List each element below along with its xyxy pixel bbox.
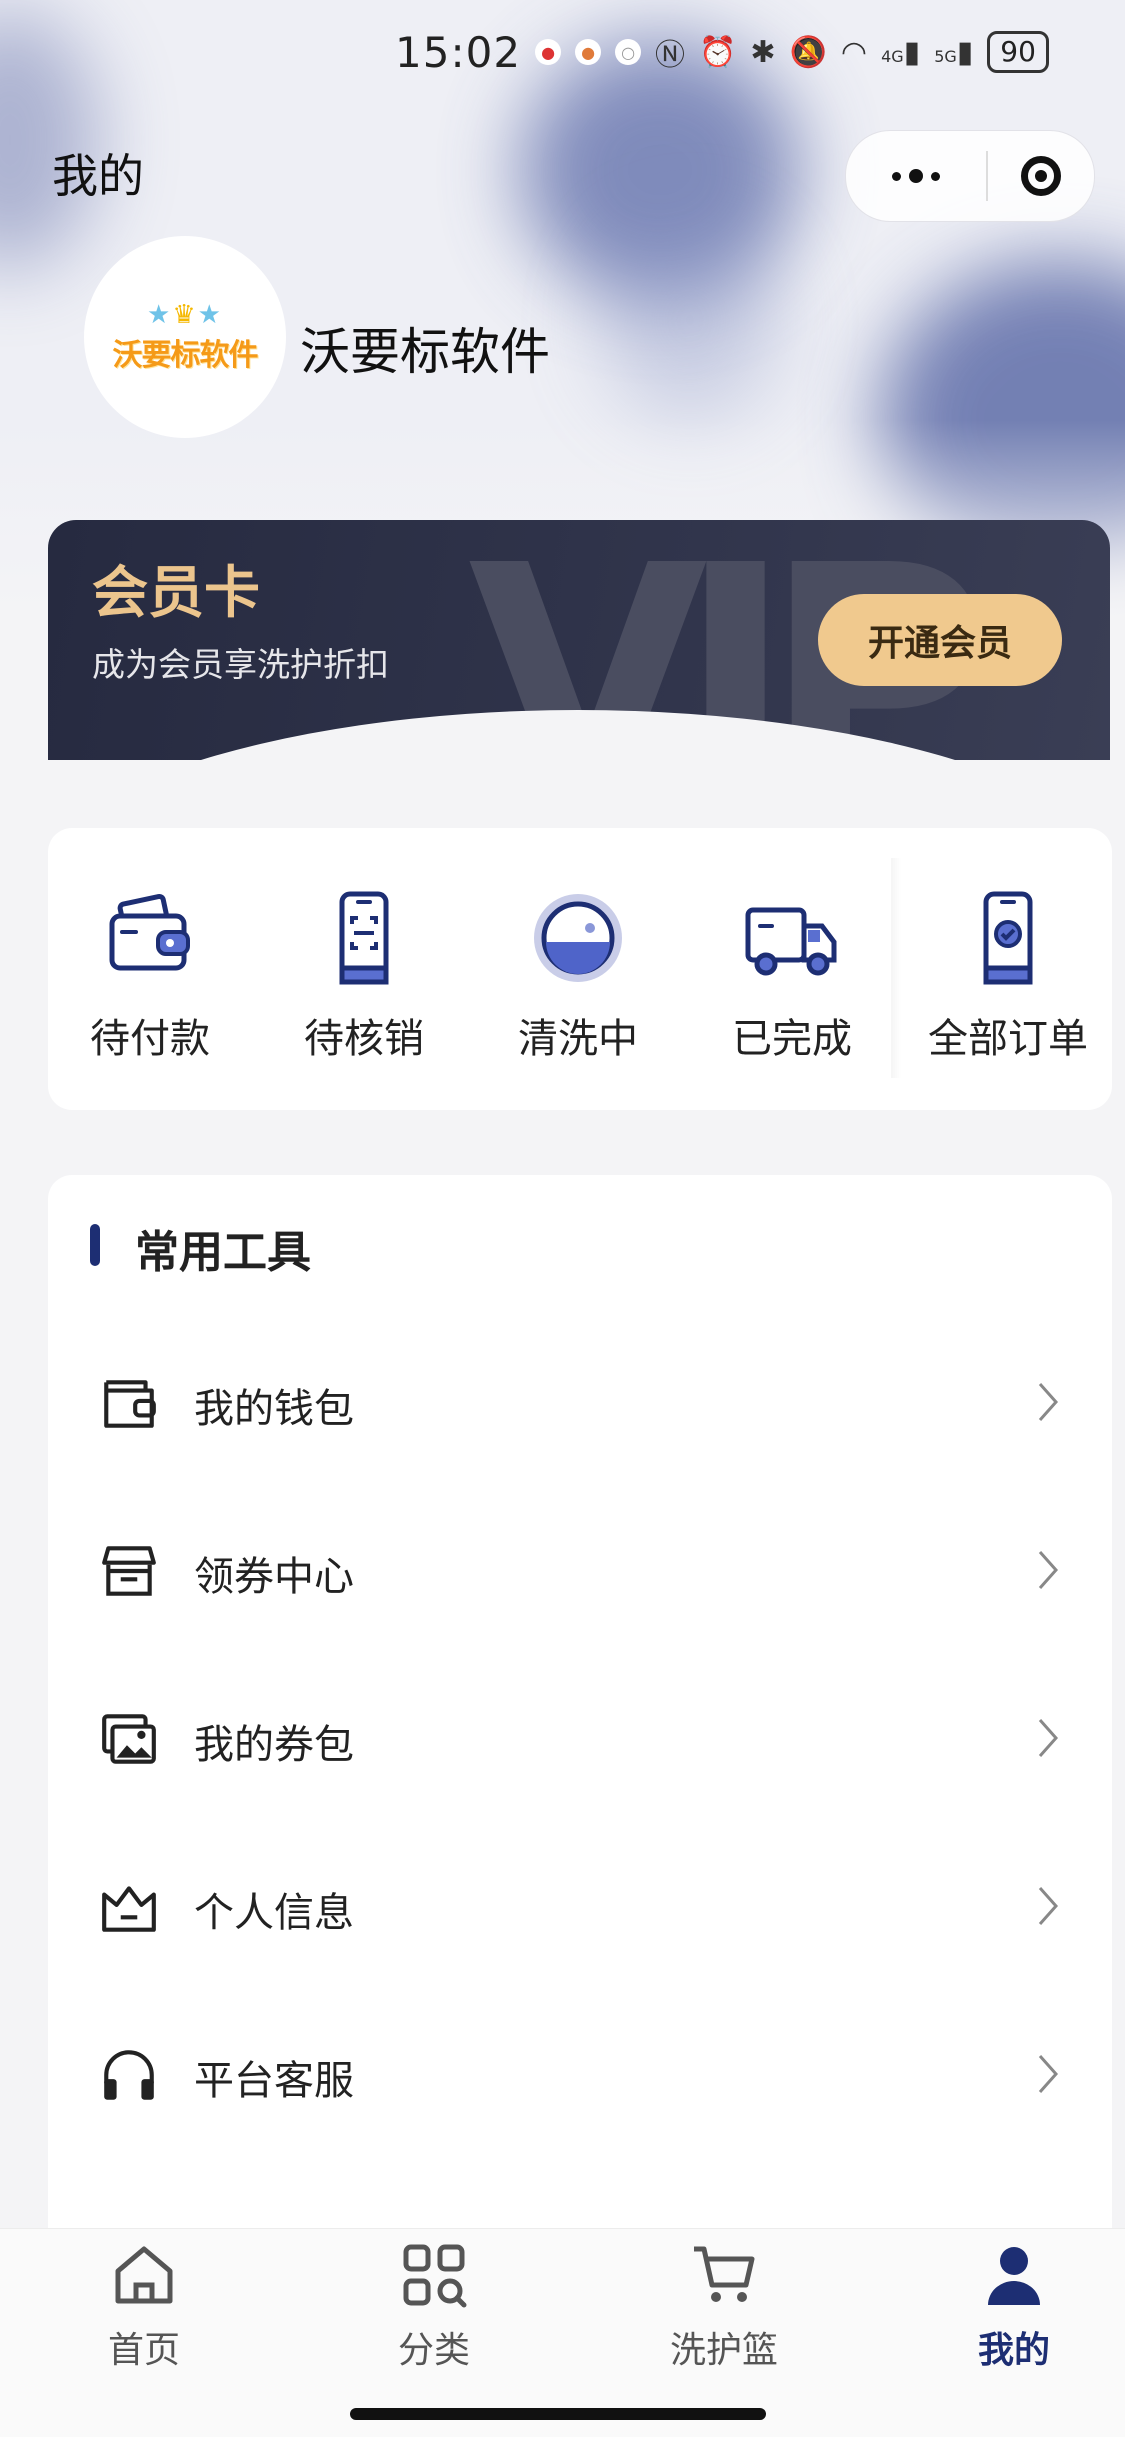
tools-title: 常用工具 [135,1227,311,1278]
headphones-icon [104,2050,154,2100]
notification-icon: ● [535,39,562,65]
crown-icon [102,1886,156,1932]
notification-icon: ○ [615,39,642,65]
tool-label: 个人信息 [194,1890,354,1936]
tab-home[interactable]: 首页 [44,2229,244,2399]
signal-4g-icon: 4G▮ [881,34,921,70]
alarm-icon: ⏰ [699,34,737,70]
tool-customer-service[interactable]: 平台客服 [48,2002,1112,2142]
wallet-outline-icon [104,1380,156,1428]
vip-card[interactable]: VIP 会员卡 成为会员享洗护折扣 开通会员 [48,520,1110,760]
tool-personal-info[interactable]: 个人信息 [48,1834,1112,1974]
chevron-right-icon [1038,1551,1059,1589]
phone-scan-icon [339,891,389,985]
tab-label: 我的 [977,2330,1050,2371]
order-status-panel: 待付款 待核销 清洗中 已完成 全部订单 [48,828,1112,1110]
bottom-tab-bar: 首页 分类 洗护篮 我的 [0,2228,1125,2437]
order-all[interactable]: 全部订单 [908,828,1108,1110]
more-dot [931,171,940,181]
bluetooth-icon: ✱ [750,34,776,70]
cart-icon [694,2246,755,2302]
chevron-right-icon [1038,1719,1059,1757]
user-icon [988,2247,1040,2305]
status-bar: 15:02 ● ● ○ Ⓝ ⏰ ✱ 🔕 ◠ 4G▮ 5G▮ 90 [395,27,1049,77]
home-icon [115,2246,173,2304]
mini-program-capsule[interactable] [845,130,1095,222]
category-icon [403,2244,467,2308]
tab-wash-basket[interactable]: 洗护篮 [624,2229,824,2399]
tool-label: 我的券包 [194,1722,354,1768]
wallet-icon [109,893,190,971]
status-time: 15:02 [395,27,522,77]
tool-label: 领券中心 [194,1554,354,1600]
more-button[interactable] [846,169,986,183]
more-dot [909,169,923,183]
store-icon [102,1546,156,1596]
tab-label: 首页 [107,2330,180,2371]
image-icon [102,1714,156,1764]
vip-title: 会员卡 [92,561,260,626]
tool-my-coupons[interactable]: 我的券包 [48,1666,1112,1806]
order-label: 待付款 [90,1016,210,1062]
delivery-truck-icon [745,907,837,976]
tool-label: 平台客服 [194,2058,354,2104]
battery-indicator: 90 [987,31,1049,73]
more-dot [892,171,901,181]
mute-icon: 🔕 [789,34,827,70]
wifi-icon: ◠ [840,34,868,70]
washing-machine-icon [534,894,622,982]
tool-label: 我的钱包 [194,1386,354,1432]
tab-mine[interactable]: 我的 [914,2229,1114,2399]
order-pending-verify[interactable]: 待核销 [264,828,464,1110]
order-label: 已完成 [732,1016,852,1062]
section-accent-bar [90,1224,100,1266]
nfc-icon: Ⓝ [655,38,686,73]
tab-category[interactable]: 分类 [334,2229,534,2399]
order-completed[interactable]: 已完成 [692,828,892,1110]
signal-5g-icon: 5G▮ [934,34,974,70]
chevron-right-icon [1038,1383,1059,1421]
tab-label: 分类 [397,2330,470,2371]
close-circle-icon [1021,156,1061,196]
notification-icon: ● [575,39,602,65]
logo-text: 沃要标软件 [112,338,259,373]
tool-my-wallet[interactable]: 我的钱包 [48,1330,1112,1470]
avatar[interactable]: ★♛★ 沃要标软件 [84,236,286,438]
scroll-divider [891,858,901,1078]
vip-subtitle: 成为会员享洗护折扣 [92,645,389,684]
logo-stars: ★♛★ [147,300,223,330]
close-button[interactable] [988,156,1094,196]
order-label: 清洗中 [518,1016,638,1062]
order-pending-payment[interactable]: 待付款 [50,828,250,1110]
tool-coupon-center[interactable]: 领券中心 [48,1498,1112,1638]
page-title: 我的 [52,149,144,203]
phone-check-icon [983,891,1033,985]
chevron-right-icon [1038,2055,1059,2093]
order-label: 全部订单 [928,1016,1088,1062]
order-washing[interactable]: 清洗中 [478,828,678,1110]
home-indicator [350,2408,766,2420]
order-label: 待核销 [304,1016,424,1062]
open-membership-button[interactable]: 开通会员 [818,594,1062,686]
username: 沃要标软件 [300,323,550,381]
tab-label: 洗护篮 [669,2330,778,2371]
chevron-right-icon [1038,1887,1059,1925]
